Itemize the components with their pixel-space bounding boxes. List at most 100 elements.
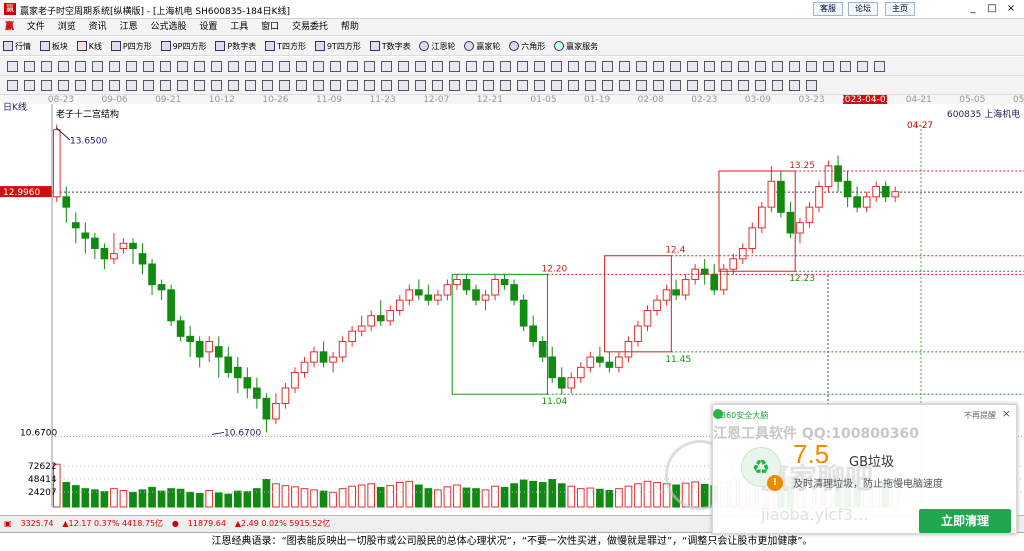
draw-tool-icon[interactable]: [109, 61, 120, 72]
analysis-tool-icon[interactable]: [755, 80, 766, 91]
analysis-tool-icon[interactable]: [432, 80, 443, 91]
draw-tool-icon[interactable]: [534, 61, 545, 72]
draw-tool-icon[interactable]: [738, 61, 749, 72]
analysis-tool-icon[interactable]: [7, 80, 18, 91]
draw-tool-icon[interactable]: [653, 61, 664, 72]
draw-tool-icon[interactable]: [619, 61, 630, 72]
draw-tool-icon[interactable]: [704, 61, 715, 72]
analysis-tool-icon[interactable]: [24, 80, 35, 91]
draw-tool-icon[interactable]: [75, 61, 86, 72]
analysis-tool-icon[interactable]: [738, 80, 749, 91]
menu-browse[interactable]: 浏览: [53, 19, 81, 36]
tb-winner-wheel[interactable]: 赢家轮: [461, 37, 503, 56]
draw-tool-icon[interactable]: [466, 61, 477, 72]
draw-tool-icon[interactable]: [245, 61, 256, 72]
draw-tool-icon[interactable]: [330, 61, 341, 72]
analysis-tool-icon[interactable]: [500, 80, 511, 91]
analysis-tool-icon[interactable]: [483, 80, 494, 91]
menu-gann[interactable]: 江恩: [115, 19, 143, 36]
menu-file[interactable]: 文件: [22, 19, 50, 36]
service-link[interactable]: 客服: [813, 2, 843, 16]
analysis-tool-icon[interactable]: [568, 80, 579, 91]
tb-t-table[interactable]: T数字表: [367, 37, 414, 56]
tb-9p-square[interactable]: 9P四方形: [158, 37, 210, 56]
draw-tool-icon[interactable]: [364, 61, 375, 72]
draw-tool-icon[interactable]: [857, 61, 868, 72]
analysis-tool-icon[interactable]: [636, 80, 647, 91]
menu-window[interactable]: 窗口: [256, 19, 284, 36]
draw-tool-icon[interactable]: [840, 61, 851, 72]
analysis-tool-icon[interactable]: [160, 80, 171, 91]
analysis-tool-icon[interactable]: [177, 80, 188, 91]
draw-tool-icon[interactable]: [143, 61, 154, 72]
draw-tool-icon[interactable]: [177, 61, 188, 72]
draw-tool-icon[interactable]: [194, 61, 205, 72]
analysis-tool-icon[interactable]: [126, 80, 137, 91]
analysis-tool-icon[interactable]: [466, 80, 477, 91]
minimize-icon[interactable]: _: [966, 2, 980, 16]
tb-p-square[interactable]: P四方形: [108, 37, 155, 56]
analysis-tool-icon[interactable]: [330, 80, 341, 91]
draw-tool-icon[interactable]: [568, 61, 579, 72]
draw-tool-icon[interactable]: [602, 61, 613, 72]
draw-tool-icon[interactable]: [24, 61, 35, 72]
tb-gann-wheel[interactable]: 江恩轮: [416, 37, 458, 56]
analysis-tool-icon[interactable]: [75, 80, 86, 91]
analysis-tool-icon[interactable]: [228, 80, 239, 91]
analysis-tool-icon[interactable]: [313, 80, 324, 91]
draw-tool-icon[interactable]: [874, 61, 885, 72]
tb-p-table[interactable]: P数字表: [212, 37, 259, 56]
draw-tool-icon[interactable]: [58, 61, 69, 72]
popup-close-icon[interactable]: ×: [1002, 407, 1011, 420]
analysis-tool-icon[interactable]: [415, 80, 426, 91]
draw-tool-icon[interactable]: [279, 61, 290, 72]
draw-tool-icon[interactable]: [313, 61, 324, 72]
clean-now-button[interactable]: 立即清理: [919, 509, 1011, 533]
analysis-tool-icon[interactable]: [347, 80, 358, 91]
draw-tool-icon[interactable]: [347, 61, 358, 72]
draw-tool-icon[interactable]: [585, 61, 596, 72]
draw-tool-icon[interactable]: [41, 61, 52, 72]
tb-winner-service[interactable]: 赢家服务: [551, 37, 601, 56]
analysis-tool-icon[interactable]: [58, 80, 69, 91]
draw-tool-icon[interactable]: [126, 61, 137, 72]
analysis-tool-icon[interactable]: [449, 80, 460, 91]
menu-help[interactable]: 帮助: [336, 19, 364, 36]
tb-9t-square[interactable]: 9T四方形: [312, 37, 364, 56]
draw-tool-icon[interactable]: [517, 61, 528, 72]
draw-tool-icon[interactable]: [228, 61, 239, 72]
analysis-tool-icon[interactable]: [245, 80, 256, 91]
menu-tools[interactable]: 工具: [225, 19, 253, 36]
analysis-tool-icon[interactable]: [211, 80, 222, 91]
draw-tool-icon[interactable]: [7, 61, 18, 72]
menu-trade[interactable]: 交易委托: [287, 19, 333, 36]
analysis-tool-icon[interactable]: [585, 80, 596, 91]
analysis-tool-icon[interactable]: [670, 80, 681, 91]
analysis-tool-icon[interactable]: [109, 80, 120, 91]
analysis-tool-icon[interactable]: [194, 80, 205, 91]
home-link[interactable]: 主页: [885, 2, 915, 16]
draw-tool-icon[interactable]: [483, 61, 494, 72]
menu-formula[interactable]: 公式选股: [145, 19, 191, 36]
draw-tool-icon[interactable]: [381, 61, 392, 72]
menu-info[interactable]: 资讯: [84, 19, 112, 36]
draw-tool-icon[interactable]: [551, 61, 562, 72]
analysis-tool-icon[interactable]: [364, 80, 375, 91]
analysis-tool-icon[interactable]: [517, 80, 528, 91]
draw-tool-icon[interactable]: [789, 61, 800, 72]
analysis-tool-icon[interactable]: [789, 80, 800, 91]
analysis-tool-icon[interactable]: [279, 80, 290, 91]
draw-tool-icon[interactable]: [636, 61, 647, 72]
no-remind-link[interactable]: 不再提醒: [964, 410, 996, 421]
draw-tool-icon[interactable]: [823, 61, 834, 72]
close-icon[interactable]: ×: [1004, 2, 1018, 16]
tb-hexagon[interactable]: 六角形: [506, 37, 548, 56]
analysis-tool-icon[interactable]: [143, 80, 154, 91]
draw-tool-icon[interactable]: [755, 61, 766, 72]
analysis-tool-icon[interactable]: [687, 80, 698, 91]
draw-tool-icon[interactable]: [670, 61, 681, 72]
draw-tool-icon[interactable]: [432, 61, 443, 72]
tb-quotes[interactable]: 行情: [0, 37, 34, 56]
draw-tool-icon[interactable]: [449, 61, 460, 72]
analysis-tool-icon[interactable]: [806, 80, 817, 91]
